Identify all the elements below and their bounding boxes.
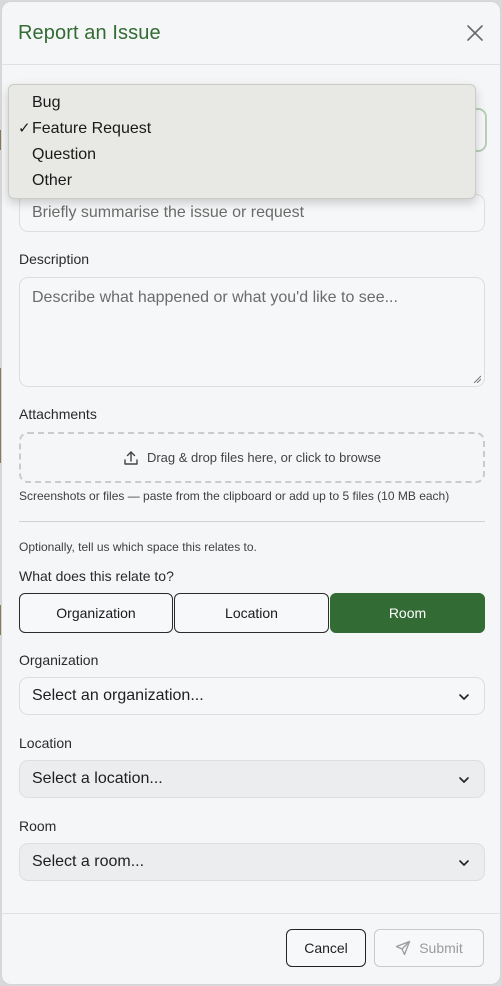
- submit-button[interactable]: Submit: [374, 929, 484, 967]
- resize-grip-icon[interactable]: [473, 375, 481, 383]
- submit-label: Submit: [419, 940, 463, 956]
- issue-type-option-other[interactable]: Other: [9, 168, 475, 194]
- issue-title-input[interactable]: [19, 194, 485, 232]
- location-select[interactable]: Select a location...: [19, 760, 485, 798]
- attachments-dropzone[interactable]: Drag & drop files here, or click to brow…: [19, 432, 485, 483]
- organization-select-value: Select an organization...: [32, 687, 204, 704]
- relation-location-button[interactable]: Location: [174, 593, 329, 633]
- issue-type-option-feature-request[interactable]: ✓ Feature Request: [9, 116, 475, 142]
- dropzone-text: Drag & drop files here, or click to brow…: [146, 450, 382, 465]
- description-label: Description: [19, 251, 90, 267]
- issue-type-dropdown: Bug ✓ Feature Request Question Other: [8, 84, 476, 199]
- relation-question: What does this relate to?: [19, 568, 174, 584]
- issue-type-option-bug[interactable]: Bug: [9, 90, 475, 116]
- chevron-down-icon: [459, 777, 469, 783]
- close-button[interactable]: [464, 22, 486, 44]
- cancel-button[interactable]: Cancel: [286, 929, 366, 967]
- organization-select[interactable]: Select an organization...: [19, 677, 485, 715]
- close-icon: [467, 25, 483, 41]
- location-label: Location: [19, 735, 72, 751]
- room-select[interactable]: Select a room...: [19, 843, 485, 881]
- description-wrapper: [19, 277, 485, 387]
- checkmark-icon: ✓: [18, 120, 31, 137]
- relation-room-button[interactable]: Room: [330, 593, 485, 633]
- relation-hint: Optionally, tell us which space this rel…: [19, 540, 257, 554]
- issue-type-option-question[interactable]: Question: [9, 142, 475, 168]
- attachments-label: Attachments: [19, 406, 97, 422]
- option-label: Other: [32, 172, 73, 189]
- section-divider: [19, 521, 485, 522]
- dialog-title: Report an Issue: [18, 22, 161, 44]
- room-label: Room: [19, 818, 57, 834]
- description-textarea[interactable]: [19, 277, 485, 387]
- option-label: Feature Request: [32, 120, 152, 137]
- room-select-value: Select a room...: [32, 853, 145, 870]
- send-icon: [396, 940, 411, 956]
- upload-icon: [124, 450, 138, 465]
- option-label: Question: [32, 146, 97, 163]
- dialog-header: Report an Issue: [2, 2, 500, 65]
- option-label: Bug: [32, 94, 61, 111]
- chevron-down-icon: [459, 860, 469, 866]
- location-select-value: Select a location...: [32, 770, 163, 787]
- relation-organization-button[interactable]: Organization: [19, 593, 173, 633]
- organization-label: Organization: [19, 652, 99, 668]
- attachments-helper: Screenshots or files — paste from the cl…: [19, 489, 450, 503]
- chevron-down-icon: [459, 694, 469, 700]
